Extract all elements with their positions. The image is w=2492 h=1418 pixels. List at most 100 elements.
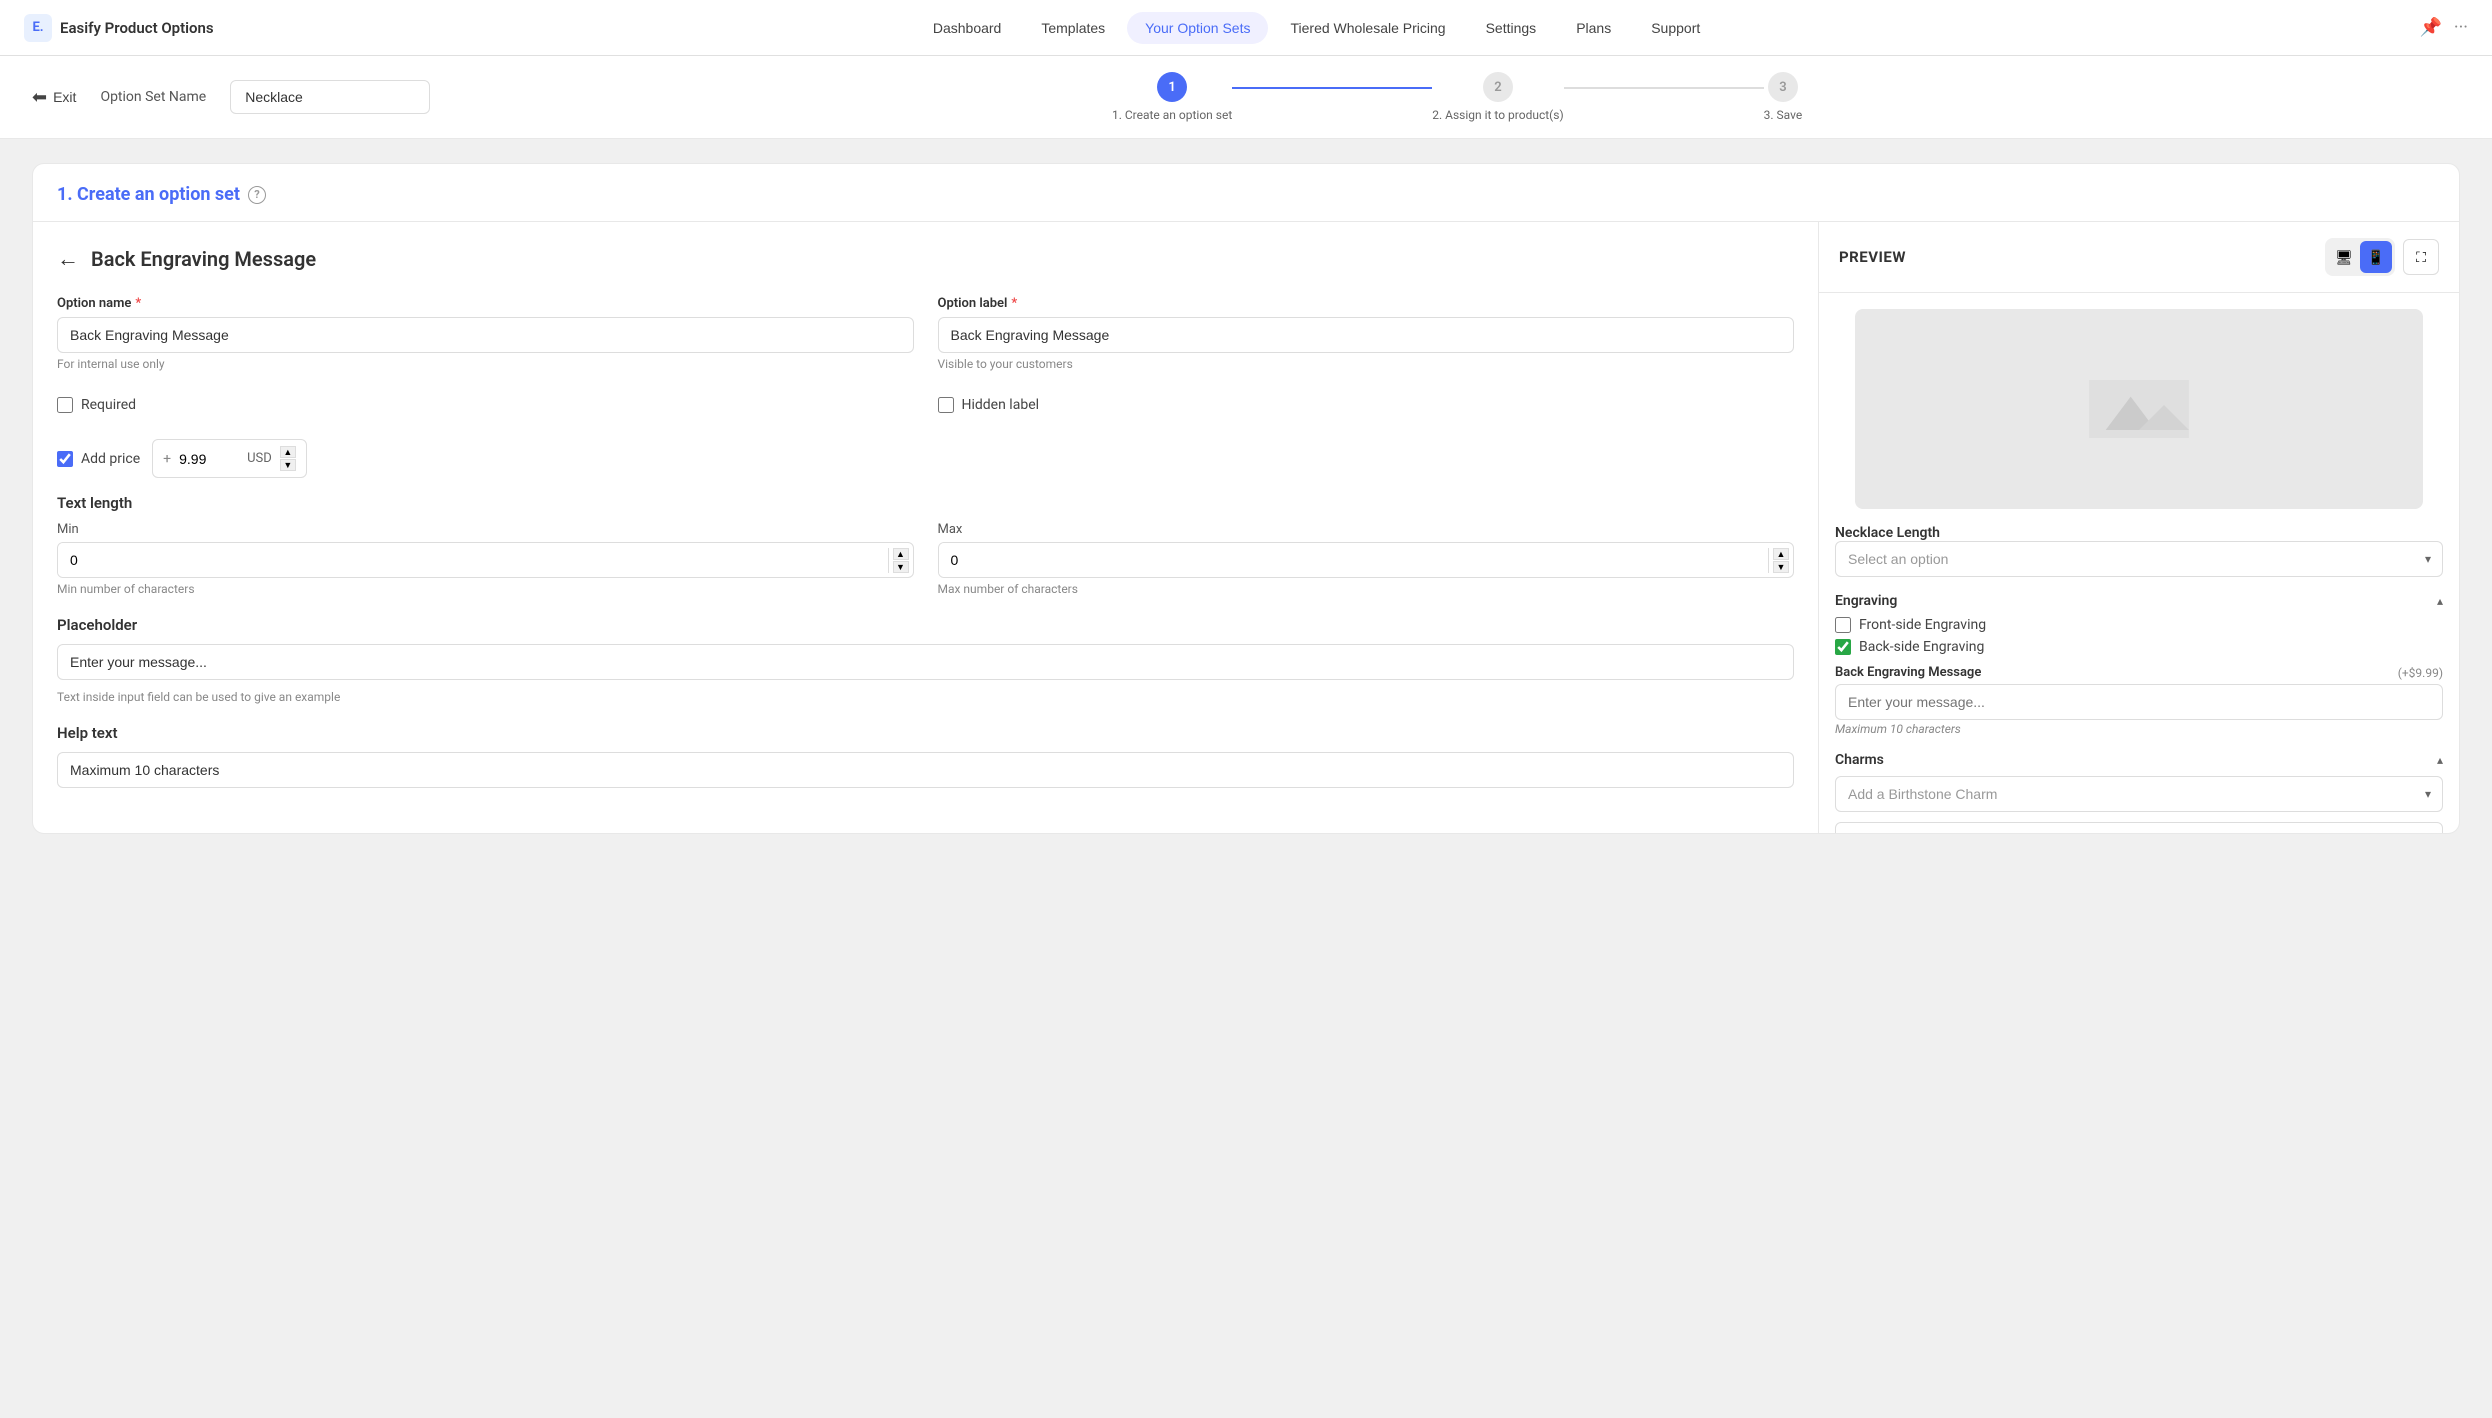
engraving-message-input[interactable] — [1835, 684, 2443, 720]
required-hidden-row: Required Hidden label — [57, 387, 1794, 423]
right-panel: PREVIEW 🖥 📱 ⛶ — [1819, 222, 2459, 833]
hidden-label-checkbox-row[interactable]: Hidden label — [938, 397, 1795, 413]
back-engraving-subsection: Back Engraving Message (+$9.99) Maximum … — [1835, 665, 2443, 736]
nav-plans[interactable]: Plans — [1558, 12, 1629, 44]
back-arrow-icon[interactable]: ← — [57, 246, 79, 272]
price-up-button[interactable]: ▲ — [280, 446, 296, 458]
nav-templates[interactable]: Templates — [1023, 12, 1123, 44]
left-panel: ← Back Engraving Message Option name * F… — [33, 222, 1819, 833]
required-group: Required — [57, 387, 914, 423]
preview-title: PREVIEW — [1839, 248, 1906, 266]
nav-settings[interactable]: Settings — [1468, 12, 1555, 44]
hidden-label-checkbox[interactable] — [938, 397, 954, 413]
section-card: 1. Create an option set ? ← Back Engravi… — [32, 163, 2460, 834]
min-down-button[interactable]: ▼ — [893, 561, 909, 573]
min-input-wrap: ▲ ▼ — [57, 542, 914, 578]
back-side-engraving-option[interactable]: Back-side Engraving — [1835, 639, 2443, 655]
hidden-label-text: Hidden label — [962, 397, 1040, 413]
desktop-view-button[interactable]: 🖥 — [2328, 241, 2360, 273]
max-label: Max — [938, 522, 1795, 537]
min-up-button[interactable]: ▲ — [893, 548, 909, 560]
min-label: Min — [57, 522, 914, 537]
required-checkbox-row[interactable]: Required — [57, 397, 914, 413]
option-name-group: Option name * For internal use only — [57, 296, 914, 371]
preview-header: PREVIEW 🖥 📱 ⛶ — [1819, 222, 2459, 293]
placeholder-input[interactable] — [57, 644, 1794, 680]
mobile-view-button[interactable]: 📱 — [2360, 241, 2392, 273]
preview-image — [1855, 309, 2423, 509]
text-length-title: Text length — [57, 494, 1794, 512]
two-panel: ← Back Engraving Message Option name * F… — [33, 221, 2459, 833]
number-charm-select[interactable]: Add a Number charm — [1835, 822, 2443, 833]
help-text-title: Help text — [57, 724, 1794, 742]
help-text-input[interactable] — [57, 752, 1794, 788]
add-price-checkbox[interactable] — [57, 451, 73, 467]
charms-section-header: Charms ▴ — [1835, 752, 2443, 768]
max-chars-hint: Maximum 10 characters — [1835, 722, 2443, 736]
max-input[interactable] — [939, 543, 1769, 577]
placeholder-title: Placeholder — [57, 616, 1794, 634]
option-label-hint: Visible to your customers — [938, 357, 1795, 371]
birthstone-charm-wrapper: Add a Birthstone Charm ▾ — [1835, 776, 2443, 812]
top-nav: Dashboard Templates Your Option Sets Tie… — [915, 12, 1718, 44]
number-charm-wrapper: Add a Number charm ▾ — [1835, 822, 2443, 833]
placeholder-hint: Text inside input field can be used to g… — [57, 690, 1794, 704]
price-input[interactable] — [179, 451, 239, 467]
option-label-label: Option label * — [938, 296, 1795, 311]
panel-title: Back Engraving Message — [91, 247, 316, 271]
min-input[interactable] — [58, 543, 888, 577]
option-name-label-row: Option name * For internal use only Opti… — [57, 296, 1794, 371]
step-1: 1 1. Create an option set — [1112, 72, 1232, 122]
app-logo: E. Easify Product Options — [24, 14, 214, 42]
option-name-label: Option name * — [57, 296, 914, 311]
more-options-icon[interactable]: ··· — [2454, 17, 2468, 38]
main-content: 1. Create an option set ? ← Back Engravi… — [0, 139, 2492, 858]
add-price-label: Add price — [81, 451, 140, 467]
preview-scroll-area[interactable]: Necklace Length Select an option ▾ Engra… — [1819, 293, 2459, 833]
charms-chevron-up[interactable]: ▴ — [2437, 753, 2443, 767]
step-line-2 — [1564, 87, 1764, 89]
engraving-chevron-up[interactable]: ▴ — [2437, 594, 2443, 608]
step-3-label: 3. Save — [1764, 108, 1803, 122]
birthstone-charm-select[interactable]: Add a Birthstone Charm — [1835, 776, 2443, 812]
front-side-engraving-option[interactable]: Front-side Engraving — [1835, 617, 2443, 633]
back-side-checkbox[interactable] — [1835, 639, 1851, 655]
necklace-length-select[interactable]: Select an option — [1835, 541, 2443, 577]
toolbar: ⬅ Exit Option Set Name 1 1. Create an op… — [0, 56, 2492, 139]
add-price-row: Add price + USD ▲ ▼ — [57, 439, 1794, 478]
step-2-label: 2. Assign it to product(s) — [1432, 108, 1563, 122]
option-set-name-input[interactable] — [230, 80, 430, 114]
add-price-checkbox-row[interactable]: Add price — [57, 451, 140, 467]
placeholder-image-svg — [2089, 380, 2189, 438]
min-group: Min ▲ ▼ Min number of characters — [57, 522, 914, 596]
section-title: 1. Create an option set ? — [33, 164, 2459, 205]
price-addon-badge: (+$9.99) — [2398, 666, 2443, 680]
exit-button[interactable]: ⬅ Exit — [32, 87, 76, 108]
step-3-circle: 3 — [1768, 72, 1798, 102]
max-up-button[interactable]: ▲ — [1773, 548, 1789, 560]
option-label-input[interactable] — [938, 317, 1795, 353]
step-1-label: 1. Create an option set — [1112, 108, 1232, 122]
preview-controls: 🖥 📱 ⛶ — [2325, 238, 2439, 276]
nav-dashboard[interactable]: Dashboard — [915, 12, 1020, 44]
front-side-checkbox[interactable] — [1835, 617, 1851, 633]
top-bar: E. Easify Product Options Dashboard Temp… — [0, 0, 2492, 56]
exit-icon: ⬅ — [32, 87, 47, 108]
option-name-input[interactable] — [57, 317, 914, 353]
currency-label: USD — [247, 451, 272, 466]
help-icon[interactable]: ? — [248, 186, 266, 204]
nav-your-option-sets[interactable]: Your Option Sets — [1127, 12, 1268, 44]
price-down-button[interactable]: ▼ — [280, 459, 296, 471]
engraving-section: Engraving ▴ Front-side Engraving Back-si… — [1835, 593, 2443, 736]
engraving-section-title: Engraving — [1835, 593, 1897, 609]
minmax-row: Min ▲ ▼ Min number of characters Max — [57, 522, 1794, 596]
top-bar-right: 📌 ··· — [2419, 17, 2468, 38]
max-stepper: ▲ ▼ — [1768, 548, 1793, 573]
required-star-name: * — [135, 296, 141, 311]
nav-tiered-wholesale[interactable]: Tiered Wholesale Pricing — [1272, 12, 1463, 44]
max-down-button[interactable]: ▼ — [1773, 561, 1789, 573]
nav-support[interactable]: Support — [1633, 12, 1718, 44]
fullscreen-button[interactable]: ⛶ — [2403, 239, 2439, 275]
max-group: Max ▲ ▼ Max number of characters — [938, 522, 1795, 596]
required-checkbox[interactable] — [57, 397, 73, 413]
